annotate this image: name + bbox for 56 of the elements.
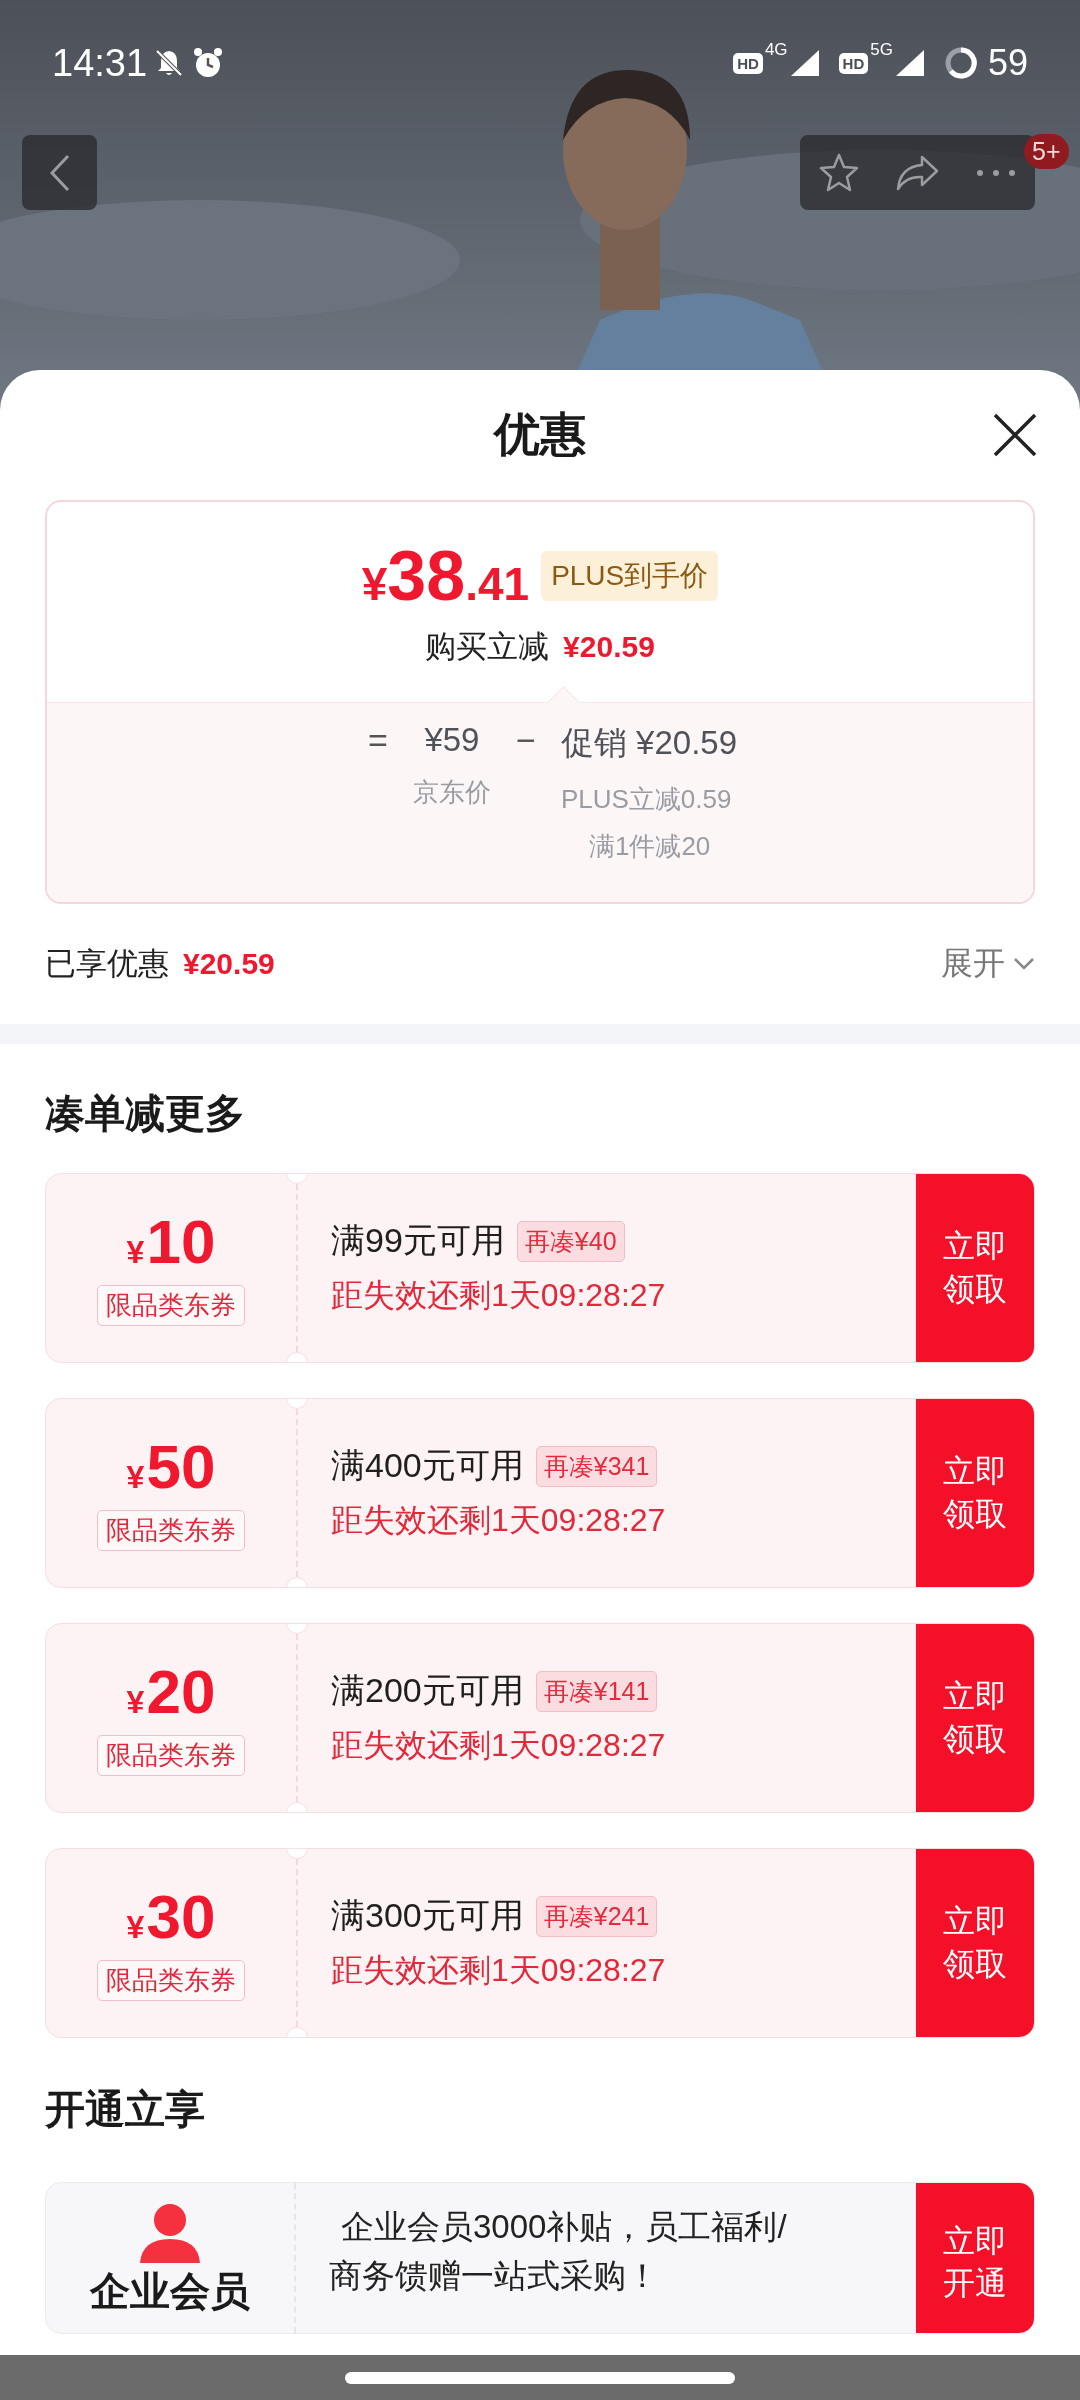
- equals-sign: =: [367, 721, 389, 761]
- activate-button[interactable]: 立即开通: [916, 2183, 1034, 2333]
- coupon-condition: 满200元可用: [331, 1670, 524, 1711]
- status-time: 14:31: [52, 41, 148, 85]
- base-price: ¥59: [424, 721, 480, 759]
- coupon-condition: 满99元可用: [331, 1220, 505, 1261]
- claim-button[interactable]: 立即领取: [916, 1399, 1034, 1587]
- back-button[interactable]: [22, 135, 97, 210]
- section-title: 凑单减更多: [44, 1090, 246, 1137]
- back-icon: [47, 152, 72, 193]
- coupon-condition: 满300元可用: [331, 1895, 524, 1936]
- membership-description: 商务馈赠一站式采购！: [329, 2256, 660, 2296]
- coupon-amount: ¥10: [126, 1210, 216, 1273]
- enjoyed-label: 已享优惠: [45, 945, 169, 983]
- minus-sign: −: [515, 721, 537, 761]
- coupon-countdown: 距失效还剩1天09:28:27: [331, 1726, 667, 1765]
- remaining-tag: 再凑¥141: [535, 1670, 658, 1712]
- promo-detail: PLUS立减0.59: [560, 783, 732, 816]
- battery-level: 59: [987, 42, 1028, 84]
- coupon-condition: 满400元可用: [331, 1445, 524, 1486]
- coupon-type-tag: 限品类东券: [97, 1734, 245, 1776]
- promo-detail: 满1件减20: [587, 830, 711, 863]
- network-type: 5G: [870, 40, 893, 60]
- claim-button[interactable]: 立即领取: [916, 1174, 1034, 1362]
- network-type: 4G: [764, 40, 788, 60]
- claim-button[interactable]: 立即领取: [916, 1624, 1034, 1812]
- coupon-type-tag: 限品类东券: [97, 1284, 245, 1326]
- base-price-label: 京东价: [412, 776, 491, 809]
- remaining-tag: 再凑¥341: [535, 1445, 658, 1487]
- coupon-amount: ¥50: [126, 1435, 216, 1498]
- remaining-tag: 再凑¥241: [535, 1895, 658, 1937]
- coupon-countdown: 距失效还剩1天09:28:27: [331, 1276, 667, 1315]
- coupon-amount: ¥20: [126, 1660, 216, 1723]
- coupon-type-tag: 限品类东券: [97, 1509, 245, 1551]
- coupon-countdown: 距失效还剩1天09:28:27: [331, 1501, 667, 1540]
- reduction-amount: ¥20.59: [563, 630, 655, 664]
- coupon-amount: ¥30: [126, 1885, 216, 1948]
- claim-button[interactable]: 立即领取: [916, 1849, 1034, 2037]
- sheet-title: 优惠: [494, 407, 586, 462]
- remaining-tag: 再凑¥40: [516, 1220, 625, 1262]
- reduction-label: 购买立减: [425, 628, 550, 666]
- chevron-down-icon: [1013, 957, 1035, 971]
- battery-icon: [943, 46, 978, 80]
- membership-description: 企业会员3000补贴，员工福利/: [340, 2207, 788, 2247]
- final-price: ¥38.41: [361, 536, 530, 616]
- promo-amount: 促销 ¥20.59: [560, 723, 738, 763]
- expand-button[interactable]: 展开: [941, 942, 1035, 986]
- section-title: 开通立享: [44, 2086, 206, 2133]
- person-icon: [138, 2203, 202, 2263]
- enjoyed-amount: ¥20.59: [183, 947, 275, 981]
- membership-name: 企业会员: [90, 2269, 250, 2313]
- coupon-countdown: 距失效还剩1天09:28:27: [331, 1951, 667, 1990]
- coupon-type-tag: 限品类东券: [97, 1959, 245, 2001]
- home-indicator[interactable]: [345, 2371, 735, 2384]
- hd-label: HD: [733, 52, 763, 74]
- price-tag: PLUS到手价: [541, 551, 719, 601]
